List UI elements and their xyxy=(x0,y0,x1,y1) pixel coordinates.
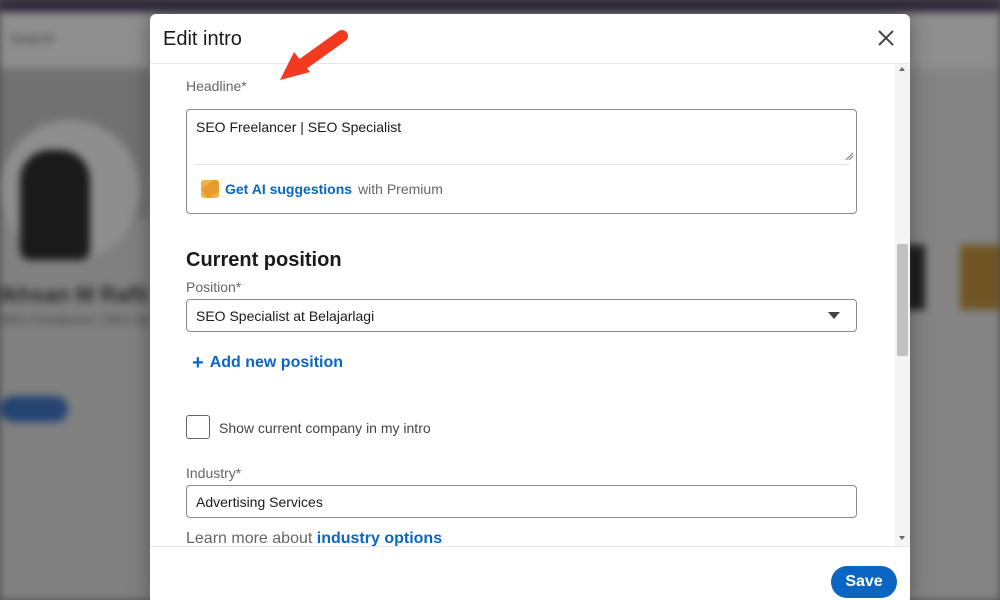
premium-icon xyxy=(201,180,219,198)
current-position-title: Current position xyxy=(186,249,342,271)
plus-icon: + xyxy=(192,352,204,374)
add-new-position-label: Add new position xyxy=(209,354,344,371)
headline-label: Headline* xyxy=(186,78,247,94)
position-value: SEO Specialist at Belajarlagi xyxy=(196,308,375,324)
close-icon xyxy=(878,30,894,46)
industry-input[interactable]: Advertising Services xyxy=(186,485,857,518)
ai-suggestions-link[interactable]: Get AI suggestions xyxy=(225,181,352,197)
ai-suggestions-suffix: with Premium xyxy=(358,181,443,197)
resize-handle-icon[interactable] xyxy=(845,152,854,161)
modal-footer: Save xyxy=(150,546,910,600)
scroll-up-icon[interactable] xyxy=(899,67,905,71)
modal-header: Edit intro xyxy=(150,14,910,64)
industry-options-link[interactable]: industry options xyxy=(317,530,442,546)
modal-body: Headline* SEO Freelancer | SEO Specialis… xyxy=(150,64,895,546)
scroll-thumb[interactable] xyxy=(897,244,908,356)
modal-title: Edit intro xyxy=(163,28,242,50)
headline-divider xyxy=(195,164,850,165)
close-button[interactable] xyxy=(874,26,898,50)
edit-intro-modal: Edit intro Headline* SEO Freelancer | SE… xyxy=(150,14,910,600)
annotation-arrow-icon xyxy=(280,30,348,80)
headline-value: SEO Freelancer | SEO Specialist xyxy=(196,119,402,135)
industry-label: Industry* xyxy=(186,465,242,481)
learn-more-text: Learn more about industry options xyxy=(186,530,442,546)
scroll-down-icon[interactable] xyxy=(899,536,905,540)
industry-value: Advertising Services xyxy=(196,494,323,510)
save-button[interactable]: Save xyxy=(831,566,897,598)
position-label: Position* xyxy=(186,279,242,295)
show-company-checkbox[interactable] xyxy=(186,415,210,439)
learn-more-prefix: Learn more about xyxy=(186,530,313,546)
show-company-label: Show current company in my intro xyxy=(219,420,431,436)
ai-suggestions-row: Get AI suggestions with Premium xyxy=(201,180,443,198)
add-new-position-button[interactable]: + Add new position xyxy=(192,352,344,374)
position-select[interactable]: SEO Specialist at Belajarlagi xyxy=(186,299,857,332)
chevron-down-icon xyxy=(828,312,840,319)
headline-textarea[interactable]: SEO Freelancer | SEO Specialist Get AI s… xyxy=(186,109,857,214)
